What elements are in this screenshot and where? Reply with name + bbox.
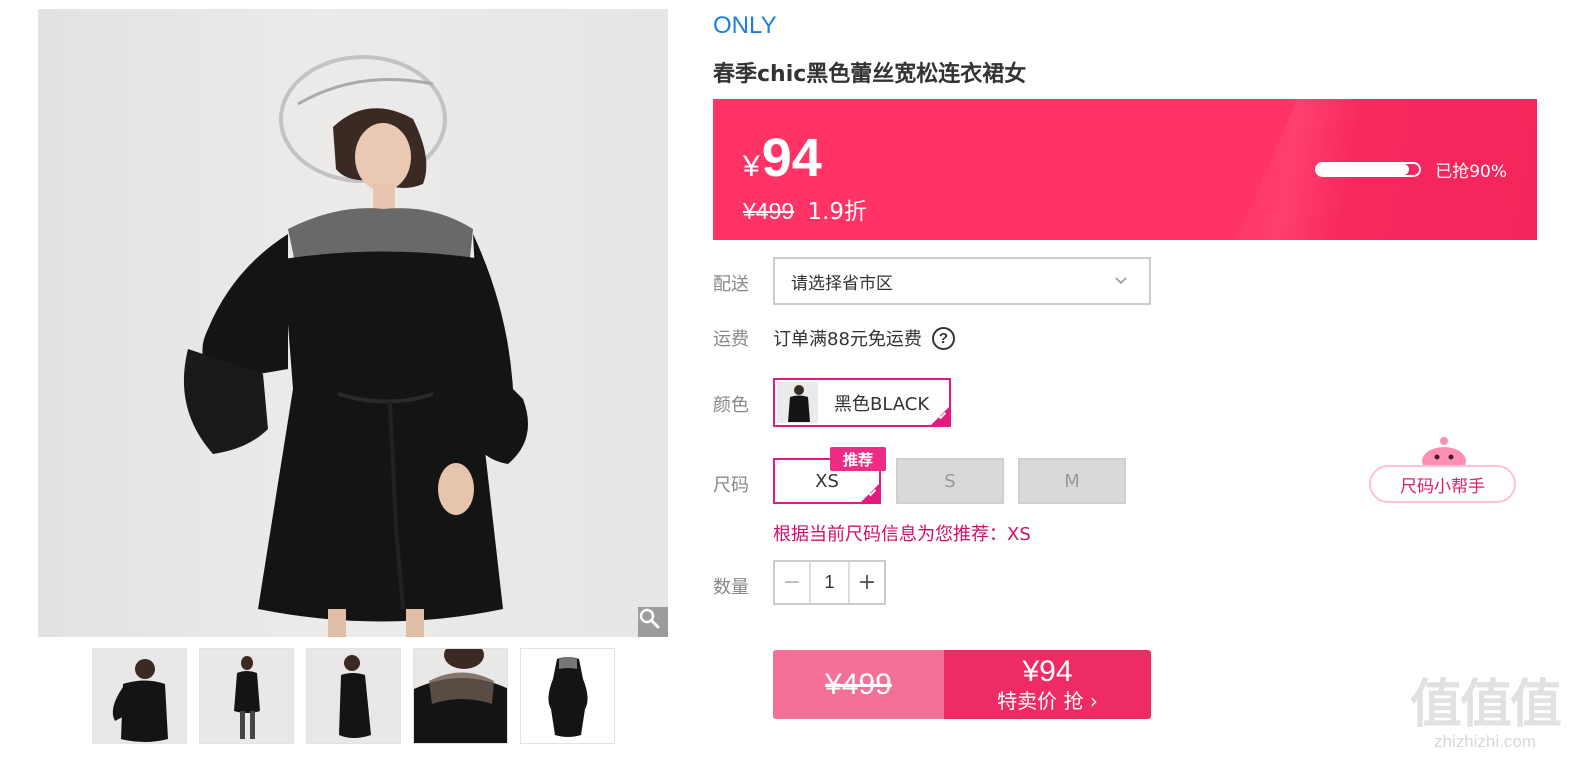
sold-label: 已抢90% <box>1435 162 1507 182</box>
thumbnail-2[interactable] <box>199 648 294 744</box>
brand-link[interactable]: ONLY <box>713 12 777 40</box>
sold-progress-bar <box>1315 162 1422 177</box>
region-select[interactable]: 请选择省市区 <box>773 257 1151 305</box>
thumbnail-strip <box>92 648 615 744</box>
question-circle-icon[interactable]: ? <box>931 326 955 350</box>
thumbnail-image <box>234 656 260 739</box>
buy-deal-price: ¥94 <box>1022 654 1073 688</box>
thumbnail-image <box>112 659 168 742</box>
product-title: 春季chic黑色蕾丝宽松连衣裙女 <box>713 62 1027 87</box>
color-swatch-photo <box>788 385 810 422</box>
region-select-value: 请选择省市区 <box>791 273 893 294</box>
color-swatch-image <box>777 382 818 423</box>
sold-progress-fill <box>1317 164 1409 175</box>
color-option-black[interactable]: 黑色BLACK <box>773 378 951 427</box>
color-option-label: 黑色BLACK <box>834 393 930 415</box>
price-banner: ¥ 94 ¥499 1.9折 已抢90% <box>713 99 1537 240</box>
thumbnail-1[interactable] <box>92 648 187 744</box>
thumbnail-3[interactable] <box>306 648 401 744</box>
thumbnail-5[interactable] <box>520 648 615 744</box>
magnifier-icon <box>639 608 660 629</box>
check-corner-icon <box>861 484 879 502</box>
original-price-row: ¥499 1.9折 <box>743 192 867 226</box>
size-option-label: XS <box>815 470 839 492</box>
freight-text: 订单满88元免运费 <box>773 329 922 350</box>
thumbnail-4[interactable] <box>413 648 508 744</box>
size-option-m[interactable]: M <box>1018 458 1126 504</box>
current-price-value: 94 <box>761 128 822 188</box>
currency-symbol: ¥ <box>743 150 760 183</box>
quantity-input[interactable] <box>811 562 848 603</box>
size-option-label: S <box>944 470 956 492</box>
color-label: 颜色 <box>713 395 749 416</box>
buy-deal[interactable]: ¥94 特卖价 抢 › <box>944 650 1151 719</box>
original-price: ¥499 <box>743 198 795 224</box>
watermark-url: zhizhizhi.com <box>1433 732 1537 751</box>
check-corner-icon <box>931 407 949 425</box>
buy-button[interactable]: ¥499 ¥94 特卖价 抢 › <box>773 650 1151 719</box>
thumbnail-image <box>339 655 371 738</box>
thumbnail-image <box>414 649 507 743</box>
size-option-s[interactable]: S <box>896 458 1004 504</box>
freight-label: 运费 <box>713 329 749 350</box>
zoom-button[interactable] <box>638 607 668 637</box>
quantity-increase-button[interactable]: + <box>848 562 884 603</box>
watermark-logo: 值值值 <box>1409 675 1562 735</box>
buy-deal-label: 特卖价 抢 › <box>997 688 1098 713</box>
site-watermark: 值值值 zhizhizhi.com <box>1409 675 1562 752</box>
size-option-label: M <box>1064 470 1080 492</box>
dress-photo <box>183 55 528 637</box>
main-product-image[interactable] <box>38 9 668 637</box>
delivery-label: 配送 <box>713 274 749 295</box>
size-label: 尺码 <box>713 475 749 496</box>
size-recommendation-note: 根据当前尺码信息为您推荐：XS <box>773 524 1031 545</box>
sold-progress: 已抢90% <box>1315 157 1507 182</box>
buy-original-price: ¥499 <box>773 650 944 719</box>
discount-label: 1.9折 <box>807 199 868 225</box>
chevron-down-icon <box>1115 277 1127 285</box>
quantity-stepper: − + <box>773 560 886 605</box>
quantity-label: 数量 <box>713 577 749 598</box>
quantity-decrease-button[interactable]: − <box>775 562 811 603</box>
size-helper-button[interactable]: 尺码小帮手 <box>1369 465 1516 503</box>
current-price: ¥ 94 <box>743 127 822 189</box>
thumbnail-image <box>548 657 588 737</box>
recommend-tag: 推荐 <box>830 447 886 471</box>
freight-info: 订单满88元免运费 ? <box>773 325 955 351</box>
